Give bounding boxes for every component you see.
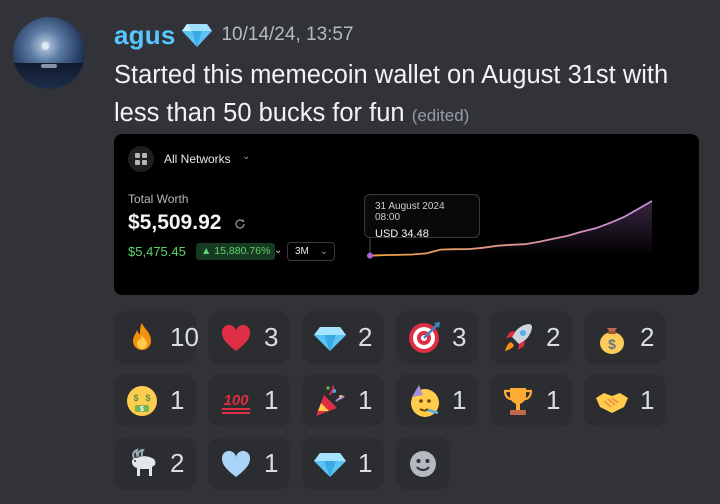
reaction-pill[interactable]: $ $ $1 bbox=[114, 374, 196, 427]
message-text: Started this memecoin wallet on August 3… bbox=[114, 61, 669, 127]
timestamp: 10/14/24, 13:57 bbox=[221, 24, 354, 45]
money-mouth-face-icon: $ $$ bbox=[127, 385, 157, 416]
reaction-pill[interactable]: 1 bbox=[302, 374, 384, 427]
money-bag-icon: $ bbox=[600, 327, 624, 354]
reaction-count: 2 bbox=[546, 322, 561, 352]
hundred-points-icon: 100 bbox=[222, 392, 250, 414]
reaction-pill[interactable]: 100 1 bbox=[208, 374, 290, 427]
message-header: agus 10/14/24, 13:57 bbox=[114, 18, 354, 52]
reaction-pill[interactable]: 3 bbox=[396, 311, 478, 364]
reaction-count: 10 bbox=[170, 322, 199, 352]
reaction-pill[interactable]: 3 bbox=[208, 311, 290, 364]
edited-label: (edited) bbox=[411, 106, 470, 125]
reaction-count: 1 bbox=[358, 385, 373, 415]
reaction-count: 1 bbox=[264, 448, 279, 478]
svg-text:$: $ bbox=[145, 393, 150, 403]
heart-icon bbox=[221, 324, 251, 351]
reaction-count: 1 bbox=[170, 385, 185, 415]
reaction-count: 3 bbox=[452, 322, 467, 352]
reaction-pill[interactable]: 2 bbox=[114, 437, 196, 490]
gem-icon bbox=[182, 24, 213, 47]
svg-text:$: $ bbox=[133, 393, 138, 403]
avatar[interactable] bbox=[13, 17, 85, 89]
goat-icon bbox=[132, 447, 156, 476]
dart-icon bbox=[409, 321, 440, 353]
party-popper-icon bbox=[316, 385, 345, 416]
gem-icon bbox=[314, 326, 346, 351]
reaction-count: 1 bbox=[546, 385, 561, 415]
reaction-count: 2 bbox=[170, 448, 185, 478]
reaction-pill[interactable]: 1 bbox=[208, 437, 290, 490]
reaction-count: 3 bbox=[264, 322, 279, 352]
reaction-pill[interactable]: 10 bbox=[114, 311, 199, 364]
handshake-icon bbox=[596, 392, 628, 413]
reaction-pill[interactable]: 1 bbox=[302, 437, 384, 490]
reaction-count: 1 bbox=[640, 385, 655, 415]
light-blue-heart-icon bbox=[221, 450, 251, 477]
reaction-count: 1 bbox=[452, 385, 467, 415]
reaction-pill[interactable]: 1 bbox=[396, 374, 478, 427]
trophy-icon bbox=[503, 387, 533, 415]
reaction-pill[interactable]: 2 bbox=[302, 311, 384, 364]
reaction-pill[interactable]: $2 bbox=[584, 311, 666, 364]
wallet-screenshot-embed[interactable]: All Networks ⌄ Total Worth $5,509.92 $5,… bbox=[114, 134, 699, 295]
add-reaction-icon bbox=[410, 450, 436, 477]
username[interactable]: agus bbox=[114, 20, 175, 51]
message-content: Started this memecoin wallet on August 3… bbox=[114, 56, 704, 135]
chart-tooltip: 31 August 2024 08:00 USD 34.48 bbox=[364, 194, 480, 240]
reaction-count: 2 bbox=[640, 322, 655, 352]
reaction-pill[interactable]: 2 bbox=[490, 311, 572, 364]
chart-start-point bbox=[367, 252, 373, 259]
svg-text:$: $ bbox=[140, 406, 144, 413]
reaction-pill[interactable]: 1 bbox=[584, 374, 666, 427]
reaction-count: 1 bbox=[264, 385, 279, 415]
fire-icon bbox=[133, 322, 151, 350]
reaction-count: 1 bbox=[358, 448, 373, 478]
svg-text:$: $ bbox=[608, 336, 616, 352]
add-reaction-button[interactable] bbox=[396, 437, 450, 490]
rocket-icon bbox=[505, 323, 532, 351]
tooltip-date: 31 August 2024 08:00 bbox=[375, 201, 445, 223]
reaction-pill[interactable]: 1 bbox=[490, 374, 572, 427]
tooltip-value: USD 34.48 bbox=[375, 228, 429, 240]
reaction-count: 2 bbox=[358, 322, 373, 352]
gem-icon bbox=[314, 452, 346, 477]
partying-face-icon bbox=[411, 384, 439, 417]
svg-text:100: 100 bbox=[223, 392, 249, 409]
